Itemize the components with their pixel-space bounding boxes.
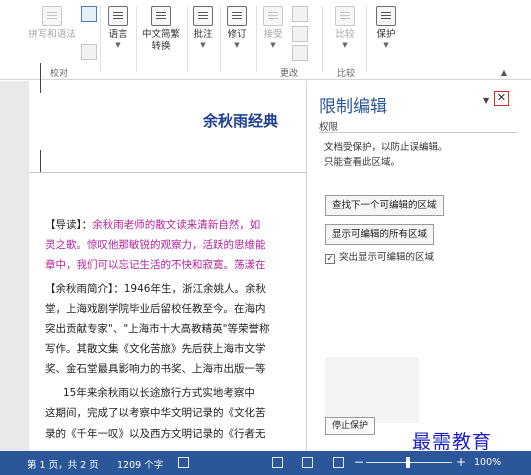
zoom-in-icon[interactable]: +: [456, 455, 466, 469]
reject-icon[interactable]: [292, 6, 308, 22]
restrict-editing-pane: 限制编辑 ▼ ✕ 权限 文档受保护，以防止误编辑。 只能查看此区域。 查找下一个…: [306, 81, 531, 454]
track-changes-button[interactable]: 修订 ▼: [222, 6, 252, 49]
divider: [100, 6, 101, 72]
compare-button[interactable]: 比较 ▼: [330, 6, 360, 49]
track-changes-icon: [227, 6, 247, 26]
divider: [256, 6, 257, 72]
protection-note: 文档受保护，以防止误编辑。: [324, 142, 448, 153]
word-count-icon[interactable]: [81, 44, 97, 60]
protect-button[interactable]: 保护 ▼: [371, 6, 401, 49]
blank-region: [325, 357, 419, 423]
close-icon[interactable]: ✕: [494, 91, 509, 106]
chevron-down-icon: ▼: [342, 41, 348, 49]
paragraph-line: 堂，上海戏剧学院毕业后留校任教至今。在海内: [45, 303, 266, 315]
spelling-icon: [42, 6, 62, 26]
paragraph-line: 【余秋雨简介】：1946年生，浙江余姚人。余秋: [45, 283, 266, 295]
highlight-regions-checkbox[interactable]: ✓ 突出显示可编辑的区域: [325, 249, 434, 264]
paragraph-line: 【导读】：余秋雨老师的散文读来清新自然，如: [45, 219, 261, 231]
paragraph-line: 灵之歌。惊叹他那敏锐的观察力，活跃的思维能: [45, 239, 266, 251]
paragraph-line: 这期间，完成了以考察中华文明记录的《文化苦: [45, 407, 266, 419]
watermark-logo: 最需教育: [410, 427, 495, 454]
group-label-compare: 比较: [337, 69, 356, 79]
paragraph-line: 奖、金石堂最具影响力的书奖、上海市出版一等: [45, 363, 266, 375]
web-layout-icon[interactable]: [333, 457, 344, 468]
group-label-changes: 更改: [280, 69, 299, 79]
pane-title: 限制编辑: [319, 97, 387, 117]
zoom-out-icon[interactable]: −: [354, 455, 364, 469]
stop-protection-button[interactable]: 停止保护: [325, 417, 376, 435]
accept-check-icon: [263, 6, 283, 26]
divider: [220, 6, 221, 72]
protect-document-icon: [376, 6, 396, 26]
comments-button[interactable]: 批注 ▼: [189, 6, 217, 49]
proofing-status-icon[interactable]: [178, 457, 189, 468]
comment-icon: [193, 6, 213, 26]
compare-icon: [335, 6, 355, 26]
checkmark-icon: ✓: [325, 254, 335, 264]
language-icon: [108, 6, 128, 26]
spelling-grammar-button[interactable]: 拼写和语法: [24, 6, 80, 41]
word-count[interactable]: 1209 个字: [117, 457, 163, 471]
chevron-down-icon: ▼: [383, 41, 389, 49]
group-label-proofing: 校对: [50, 69, 69, 79]
chevron-down-icon: ▼: [200, 41, 206, 49]
paragraph-line: 章中，我们可以忘记生活的不快和寂寞。荡漾在: [45, 259, 266, 271]
paragraph-line: 写作。其散文集《文化苦旅》先后获上海市文学: [45, 343, 266, 355]
divider: [187, 6, 188, 72]
previous-change-icon[interactable]: [292, 26, 308, 42]
paragraph-line: 15年来余秋雨以长途旅行方式实地考察中: [63, 387, 255, 399]
accept-button[interactable]: 接受 ▼: [258, 6, 288, 49]
show-all-editable-button[interactable]: 显示可编辑的所有区域: [325, 224, 435, 245]
print-layout-icon[interactable]: [302, 457, 313, 468]
permissions-heading: 权限: [319, 122, 339, 133]
divider: [319, 132, 517, 133]
page-count[interactable]: 第 1 页，共 2 页: [27, 457, 99, 471]
margin-corner-mark: [40, 150, 41, 172]
chevron-down-icon: ▼: [270, 41, 276, 49]
conversion-icon: [151, 6, 171, 26]
language-button[interactable]: 语言 ▼: [104, 6, 132, 49]
divider: [366, 6, 367, 72]
chevron-down-icon: ▼: [115, 41, 121, 49]
protection-note: 只能查看此区域。: [324, 157, 401, 168]
ribbon: 拼写和语法 语言 ▼ 中文简繁 转换 批注 ▼ 修订 ▼ 接受 ▼ 更改 比较 …: [0, 0, 531, 80]
document-title: 余秋雨经典: [203, 112, 279, 130]
divider: [322, 6, 323, 72]
zoom-slider-thumb[interactable]: [406, 457, 410, 468]
zoom-level[interactable]: 100%: [474, 457, 501, 468]
pane-options-icon[interactable]: ▼: [483, 96, 489, 105]
read-mode-icon[interactable]: [272, 457, 283, 468]
chevron-down-icon: ▼: [234, 41, 240, 49]
next-change-icon[interactable]: [292, 45, 308, 61]
paragraph-line: 录的《千年一叹》以及西方文明记录的《行者无: [45, 428, 266, 440]
page-boundary: [29, 172, 306, 173]
paragraph-line: 突出贡献专家"、"上海市十大高教精英"等荣誉称: [45, 323, 270, 335]
collapse-ribbon-icon[interactable]: ▲: [501, 68, 507, 77]
find-next-editable-button[interactable]: 查找下一个可编辑的区域: [325, 195, 444, 216]
margin-corner-mark: [40, 63, 41, 93]
chinese-conversion-button[interactable]: 中文简繁 转换: [137, 6, 185, 53]
status-bar: 第 1 页，共 2 页 1209 个字 − + 100%: [0, 451, 531, 475]
research-icon[interactable]: [81, 6, 97, 22]
